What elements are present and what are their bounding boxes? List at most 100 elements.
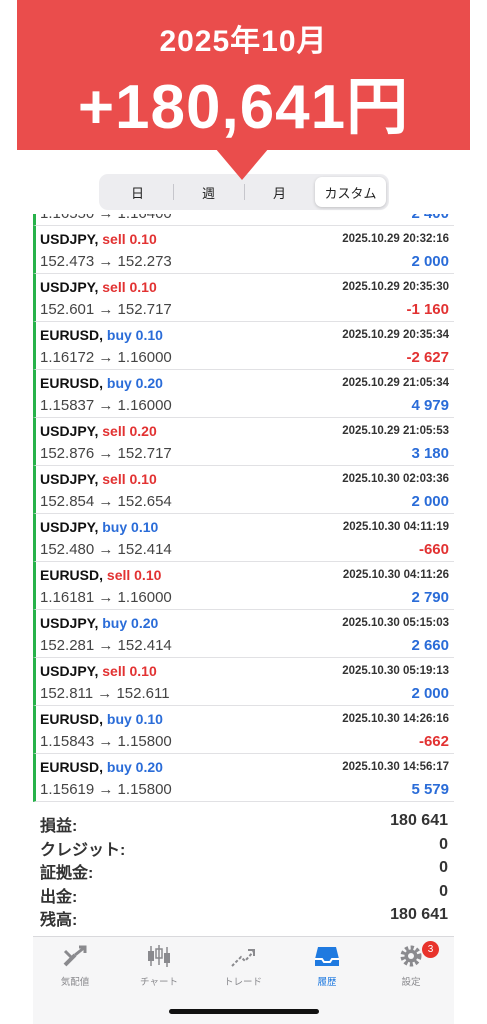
symbol-label: EURUSD, buy 0.20 — [40, 375, 163, 391]
order-direction: sell 0.10 — [102, 663, 157, 679]
profit-value: 2 790 — [411, 589, 449, 606]
symbol-name: EURUSD, — [40, 375, 104, 391]
symbol-label: USDJPY, sell 0.10 — [40, 231, 157, 247]
price-change: 152.854 → 152.654 — [40, 493, 172, 510]
table-row[interactable]: EURUSD, buy 0.10 2025.10.29 20:35:34 1.161… — [33, 322, 454, 370]
summary-row: 残高: 180 641 — [33, 906, 454, 929]
chart-icon — [148, 945, 170, 967]
order-direction: sell 0.10 — [106, 567, 162, 583]
summary-label: 残高: — [40, 912, 78, 929]
close-time: 2025.10.29 20:32:16 — [342, 233, 449, 245]
segment-week[interactable]: 週 — [173, 177, 244, 207]
tab-chart[interactable]: チャート — [117, 943, 201, 989]
price-change: 152.281 → 152.414 — [40, 637, 172, 654]
symbol-label: USDJPY, sell 0.10 — [40, 279, 157, 295]
tab-trade[interactable]: トレード — [201, 943, 285, 989]
profit-value: -662 — [418, 733, 449, 750]
summary-row: 損益: 180 641 — [33, 812, 454, 835]
tab-history[interactable]: 履歴 — [285, 943, 369, 989]
order-direction: buy 0.20 — [106, 375, 163, 391]
symbol-name: USDJPY, — [40, 279, 99, 295]
tab-quotes-label: 気配値 — [60, 977, 90, 988]
close-time: 2025.10.30 04:11:26 — [342, 569, 449, 581]
close-time: 2025.10.29 20:35:30 — [342, 281, 449, 293]
close-time: 2025.10.30 05:19:13 — [342, 665, 449, 677]
symbol-name: EURUSD, — [40, 327, 104, 343]
price-change: 1.16550 → 1.16400 — [40, 214, 172, 222]
summary-label: 出金: — [40, 888, 78, 906]
close-time: 2025.10.29 21:05:34 — [342, 377, 449, 389]
table-row[interactable]: USDJPY, sell 0.10 2025.10.30 02:03:36 152.… — [33, 466, 454, 514]
profit-value: 2 000 — [411, 493, 449, 510]
summary-value: 0 — [439, 882, 448, 900]
symbol-name: USDJPY, — [40, 663, 99, 679]
summary-value: 180 641 — [390, 906, 448, 923]
trade-icon — [231, 949, 255, 967]
close-time: 2025.10.30 05:15:03 — [342, 617, 449, 629]
summary-label: 損益: — [40, 818, 78, 835]
tab-quotes[interactable]: 気配値 — [33, 943, 117, 989]
tab-history-label: 履歴 — [317, 977, 337, 988]
symbol-name: USDJPY, — [40, 423, 99, 439]
bottom-tab-bar: 気配値 チャート トレード 履歴 3 設定 — [33, 936, 454, 1024]
settings-icon — [400, 945, 422, 967]
summary-row: 証拠金: 0 — [33, 859, 454, 882]
tab-chart-label: チャート — [140, 977, 178, 988]
table-row[interactable]: EURUSD, buy 0.20 2025.10.30 14:56:17 1.156… — [33, 754, 454, 802]
symbol-label: USDJPY, buy 0.10 — [40, 519, 158, 535]
segment-month[interactable]: 月 — [244, 177, 315, 207]
close-time: 2025.10.30 04:11:19 — [342, 521, 449, 533]
symbol-name: USDJPY, — [40, 615, 99, 631]
symbol-name: EURUSD, — [40, 567, 104, 583]
price-change: 1.16172 → 1.16000 — [40, 349, 172, 366]
table-row[interactable]: EURUSD, sell 0.10 2025.10.30 04:11:26 1.16… — [33, 562, 454, 610]
table-row[interactable]: USDJPY, buy 0.20 2025.10.30 05:15:03 152.2… — [33, 610, 454, 658]
table-row[interactable]: USDJPY, sell 0.10 2025.10.30 05:19:13 152.… — [33, 658, 454, 706]
profit-value: -1 160 — [406, 301, 449, 318]
symbol-name: EURUSD, — [40, 711, 104, 727]
price-change: 152.876 → 152.717 — [40, 445, 172, 462]
price-change: 1.15837 → 1.16000 — [40, 397, 172, 414]
quotes-icon — [63, 945, 87, 967]
price-change: 152.811 → 152.611 — [40, 685, 170, 702]
symbol-label: EURUSD, sell 0.10 — [40, 567, 161, 583]
profit-value: -660 — [418, 541, 449, 558]
close-time: 2025.10.30 02:03:36 — [342, 473, 449, 485]
table-row[interactable]: USDJPY, sell 0.10 2025.10.29 20:35:30 152.… — [33, 274, 454, 322]
symbol-label: USDJPY, sell 0.10 — [40, 471, 157, 487]
profit-value: 4 979 — [411, 397, 449, 414]
order-direction: sell 0.10 — [102, 471, 157, 487]
order-direction: buy 0.10 — [106, 711, 163, 727]
table-row[interactable]: EURUSD, buy 0.20 2025.10.29 21:05:34 1.158… — [33, 370, 454, 418]
price-change: 152.480 → 152.414 — [40, 541, 172, 558]
table-row[interactable]: USDJPY, sell 0.20 2025.10.29 21:05:53 152.… — [33, 418, 454, 466]
trade-history-list[interactable]: 1.16550 → 1.16400 2 400 USDJPY, sell 0.1… — [33, 214, 454, 806]
segment-custom[interactable]: カスタム — [315, 177, 386, 207]
banner-pointer — [215, 148, 269, 180]
segment-day[interactable]: 日 — [102, 177, 173, 207]
profit-value: 3 180 — [411, 445, 449, 462]
order-direction: buy 0.20 — [106, 759, 163, 775]
tab-trade-label: トレード — [223, 977, 262, 988]
table-row-partial[interactable]: 1.16550 → 1.16400 2 400 — [33, 214, 454, 226]
summary-label: クレジット: — [40, 841, 126, 859]
price-change: 152.473 → 152.273 — [40, 253, 172, 270]
table-row[interactable]: USDJPY, buy 0.10 2025.10.30 04:11:19 152.4… — [33, 514, 454, 562]
summary-row: 出金: 0 — [33, 882, 454, 906]
price-change: 1.15619 → 1.15800 — [40, 781, 172, 798]
price-change: 152.601 → 152.717 — [40, 301, 172, 318]
table-row[interactable]: EURUSD, buy 0.10 2025.10.30 14:26:16 1.158… — [33, 706, 454, 754]
symbol-name: USDJPY, — [40, 471, 99, 487]
tab-settings[interactable]: 3 設定 — [369, 941, 453, 989]
history-icon — [315, 947, 339, 966]
profit-value: 5 579 — [411, 781, 449, 798]
symbol-label: USDJPY, sell 0.20 — [40, 423, 157, 439]
summary-row: クレジット: 0 — [33, 836, 454, 859]
profit-value: 2 000 — [411, 253, 449, 270]
profit-banner: 2025年10月 +180,641円 — [17, 0, 470, 150]
profit-value: 2 000 — [411, 685, 449, 702]
symbol-name: EURUSD, — [40, 759, 104, 775]
close-time: 2025.10.29 20:35:34 — [342, 329, 449, 341]
order-direction: sell 0.10 — [102, 231, 157, 247]
table-row[interactable]: USDJPY, sell 0.10 2025.10.29 20:32:16 152.… — [33, 226, 454, 274]
